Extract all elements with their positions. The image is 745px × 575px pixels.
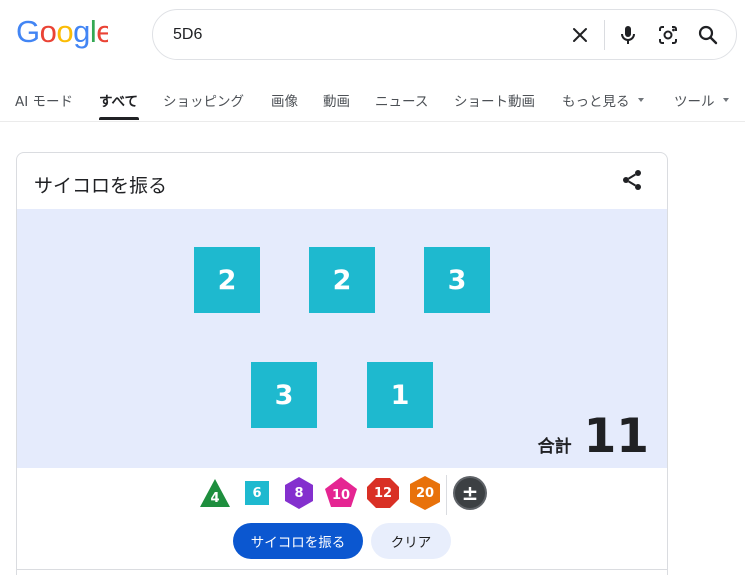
square-die-icon	[245, 481, 269, 505]
triangle-die-icon	[200, 479, 230, 507]
tab-label: AI モード	[15, 94, 74, 110]
d10-button[interactable]: 10	[323, 475, 359, 511]
clear-button[interactable]: クリア	[371, 523, 451, 559]
die-result: 3	[424, 247, 490, 313]
d12-button[interactable]: 12	[365, 475, 401, 511]
tab-label: ツール	[674, 94, 715, 110]
search-bar	[152, 9, 737, 60]
tab-label: ショート動画	[454, 94, 535, 110]
active-tab-indicator	[99, 117, 139, 120]
icosahedron-die-icon	[410, 476, 440, 510]
modifier-button[interactable]: ±	[452, 475, 488, 511]
die-result: 1	[367, 362, 433, 428]
die-result: 2	[194, 247, 260, 313]
octahedron-die-icon	[285, 477, 313, 509]
tab-news[interactable]: ニュース	[375, 90, 428, 110]
microphone-icon[interactable]	[616, 23, 640, 47]
dodecahedron-die-icon	[367, 478, 399, 508]
tab-shopping[interactable]: ショッピング	[163, 90, 244, 110]
d6-button[interactable]: 6	[239, 475, 275, 511]
card-title: サイコロを振る	[34, 175, 168, 197]
share-icon[interactable]	[620, 168, 644, 192]
svg-text:Google: Google	[16, 14, 108, 49]
die-result: 3	[251, 362, 317, 428]
clear-search-icon[interactable]	[568, 23, 592, 47]
tab-more[interactable]: もっと見る	[562, 90, 644, 110]
tab-label: 画像	[271, 94, 298, 110]
chevron-down-icon	[637, 98, 644, 102]
chevron-down-icon	[722, 98, 729, 102]
d20-button[interactable]: 20	[407, 475, 443, 511]
tab-tools[interactable]: ツール	[674, 90, 729, 110]
total-label: 合計	[537, 437, 572, 457]
dice-roller-card: サイコロを振る 2 2 3 3 1 合計 11 4 6 8 10 12 20 ±…	[16, 152, 668, 575]
total-value: 11	[583, 409, 649, 464]
tab-label: ニュース	[375, 94, 429, 110]
search-tabs: AI モード すべて ショッピング 画像 動画 ニュース ショート動画 もっと見…	[0, 80, 745, 122]
tab-label: ショッピング	[163, 94, 244, 110]
d4-button[interactable]: 4	[197, 475, 233, 511]
selector-divider	[446, 475, 447, 515]
tab-label: すべて	[99, 94, 139, 110]
tab-all[interactable]: すべて	[99, 90, 138, 110]
tab-short-videos[interactable]: ショート動画	[454, 90, 535, 110]
die-type-selector: 4 6 8 10 12 20 ±	[17, 475, 667, 515]
camera-lens-icon[interactable]	[656, 23, 680, 47]
total-display: 合計 11	[538, 413, 649, 460]
plus-minus-icon	[453, 476, 487, 510]
d8-button[interactable]: 8	[281, 475, 317, 511]
google-logo[interactable]: Google	[16, 14, 108, 50]
die-result: 2	[309, 247, 375, 313]
search-icon[interactable]	[696, 23, 720, 47]
tab-label: 動画	[323, 94, 350, 110]
tab-ai-mode[interactable]: AI モード	[15, 90, 73, 110]
tab-label: もっと見る	[562, 94, 630, 110]
tab-videos[interactable]: 動画	[323, 90, 350, 110]
tab-images[interactable]: 画像	[271, 90, 298, 110]
roll-dice-button[interactable]: サイコロを振る	[233, 523, 363, 559]
card-divider	[17, 569, 667, 570]
decahedron-die-icon	[325, 477, 357, 507]
search-divider	[604, 20, 605, 50]
dice-result-area: 2 2 3 3 1 合計 11	[17, 209, 667, 468]
search-input[interactable]	[173, 23, 553, 47]
